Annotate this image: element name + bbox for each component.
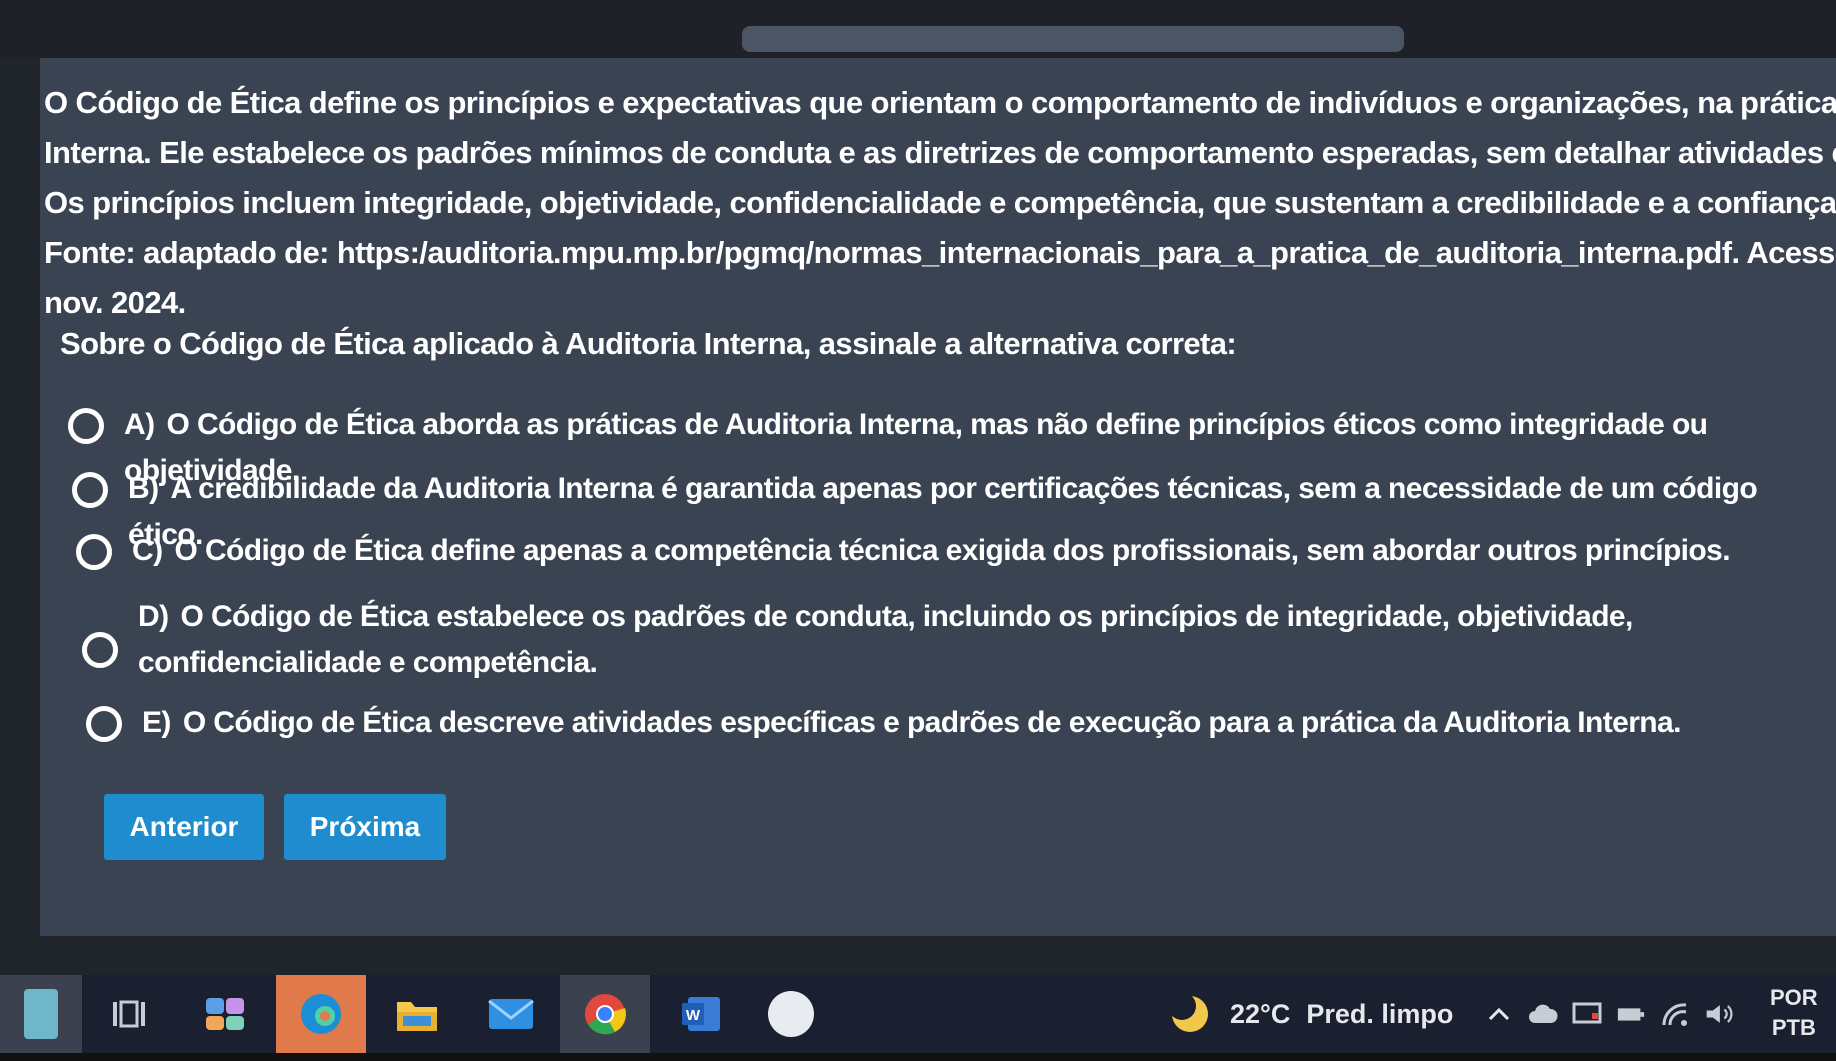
passage-line: Os princípios incluem integridade, objet… (44, 185, 1836, 220)
word-glyph: W (682, 997, 720, 1031)
wifi-icon[interactable] (1660, 1001, 1690, 1027)
language-code: POR (1770, 985, 1818, 1010)
recycle-bin-icon[interactable] (0, 975, 82, 1053)
question-panel: O Código de Ética define os princípios e… (40, 58, 1836, 936)
option-text: E) O Código de Ética descreve atividades … (142, 700, 1681, 746)
radio-button[interactable] (76, 534, 112, 570)
chrome-icon[interactable] (560, 975, 650, 1053)
scroll-indicator[interactable] (742, 26, 1404, 52)
option-letter: E) (142, 706, 171, 739)
screen-bezel (0, 1053, 1836, 1061)
moon-icon (1168, 992, 1208, 1032)
option-label: O Código de Ética estabelece os padrões … (138, 600, 1633, 679)
passage-line: O Código de Ética define os princípios e… (44, 85, 1836, 120)
edge-glyph (301, 994, 341, 1034)
option-e[interactable]: E) O Código de Ética descreve atividades … (86, 704, 1681, 746)
option-text: C) O Código de Ética define apenas a comp… (132, 528, 1731, 574)
folder-glyph (397, 1002, 437, 1031)
passage-text: O Código de Ética define os princípios e… (44, 78, 1836, 328)
task-view-icon[interactable] (84, 975, 174, 1053)
weather-widget[interactable]: 22°C Pred. limpo (1166, 975, 1453, 1053)
option-letter: C) (132, 534, 163, 567)
temperature: 22°C (1230, 998, 1291, 1029)
mail-icon[interactable] (466, 975, 556, 1053)
option-letter: A) (124, 408, 155, 441)
keyboard-layout: PTB (1771, 1015, 1816, 1040)
widgets-glyph (206, 998, 244, 1030)
language-indicator[interactable]: POR PTB (1770, 983, 1818, 1043)
svg-text:W: W (686, 1007, 701, 1024)
next-button[interactable]: Próxima (284, 794, 446, 860)
cloud-icon[interactable] (1528, 1001, 1558, 1027)
option-text: D) O Código de Ética estabelece os padrõe… (138, 594, 1822, 686)
previous-button[interactable]: Anterior (104, 794, 264, 860)
radio-button[interactable] (68, 408, 104, 444)
option-letter: D) (138, 600, 169, 633)
app-glyph (768, 991, 814, 1037)
radio-button[interactable] (86, 706, 122, 742)
file-explorer-icon[interactable] (372, 975, 462, 1053)
widgets-icon[interactable] (180, 975, 270, 1053)
mail-glyph (488, 999, 534, 1029)
option-c[interactable]: C) O Código de Ética define apenas a comp… (76, 532, 1731, 574)
app-icon[interactable] (746, 975, 836, 1053)
taskbar: W 22°C Pred. limpo POR PTB (0, 975, 1836, 1053)
chrome-glyph (585, 994, 626, 1035)
chevron-up-icon[interactable] (1484, 1001, 1514, 1027)
volume-icon[interactable] (1704, 1001, 1734, 1027)
option-label: O Código de Ética define apenas a compet… (174, 534, 1730, 567)
radio-button[interactable] (82, 632, 118, 668)
passage-line: nov. 2024. (44, 285, 186, 320)
weather-description: Pred. limpo (1306, 998, 1454, 1029)
system-tray (1484, 975, 1748, 1053)
passage-line: Interna. Ele estabelece os padrões mínim… (44, 135, 1836, 170)
option-letter: B) (128, 472, 159, 505)
task-view-glyph (113, 1000, 145, 1028)
browser-top-bar (0, 0, 1836, 58)
monitor-icon[interactable] (1572, 1001, 1602, 1027)
question-prompt: Sobre o Código de Ética aplicado à Audit… (60, 326, 1237, 361)
passage-line: Fonte: adaptado de: https:/auditoria.mpu… (44, 235, 1836, 270)
battery-icon[interactable] (1616, 1001, 1646, 1027)
edge-icon[interactable] (276, 975, 366, 1053)
option-label: O Código de Ética descreve atividades es… (182, 706, 1682, 739)
word-icon[interactable]: W (656, 975, 746, 1053)
option-d[interactable]: D) O Código de Ética estabelece os padrõe… (82, 598, 1822, 686)
radio-button[interactable] (72, 472, 108, 508)
